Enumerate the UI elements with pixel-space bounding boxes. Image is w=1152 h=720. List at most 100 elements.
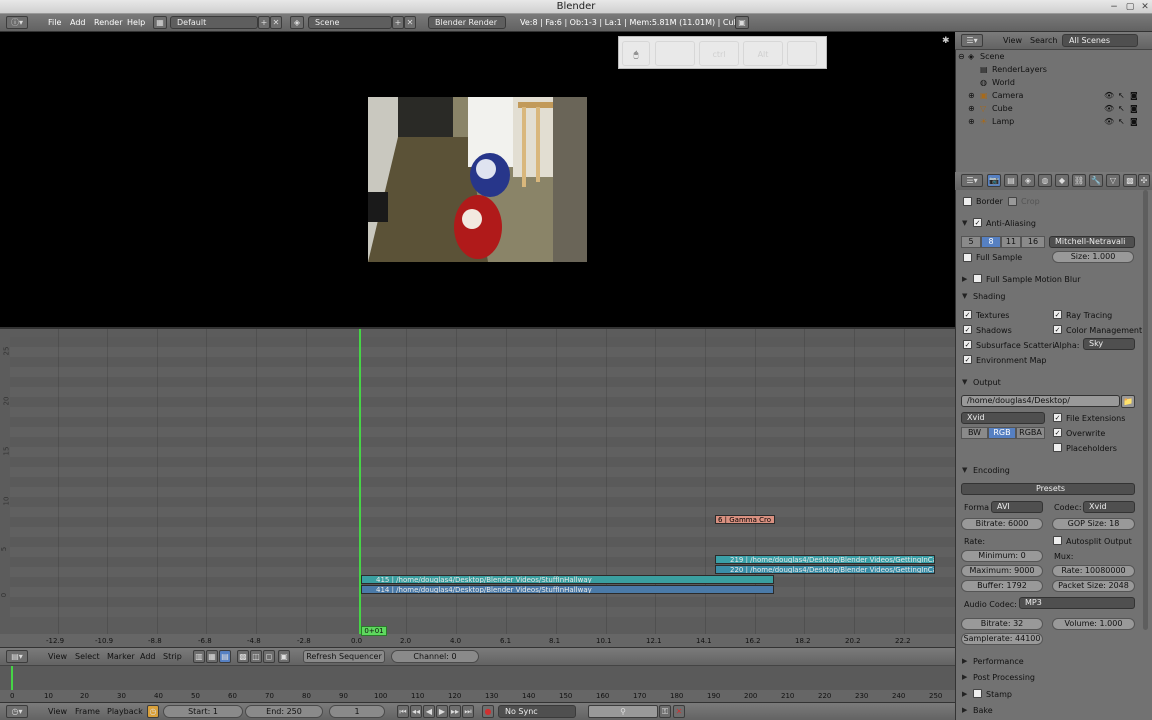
properties-scrollbar[interactable]	[1143, 190, 1148, 630]
bitrate-field[interactable]: Bitrate: 6000	[961, 518, 1043, 530]
color-mode-rgb[interactable]: RGB	[988, 427, 1016, 439]
aa-filter-dropdown[interactable]: Mitchell-Netravali	[1049, 236, 1135, 248]
motion-blur-title[interactable]: Full Sample Motion Blur	[986, 275, 1081, 284]
delete-keyframe-icon[interactable]: ✕	[673, 705, 685, 718]
performance-title[interactable]: Performance	[973, 657, 1024, 666]
buffer-field[interactable]: Buffer: 1792	[961, 580, 1043, 592]
color-mode-bw[interactable]: BW	[961, 427, 988, 439]
viewport-corner-icon[interactable]: ✱	[942, 36, 950, 46]
render-engine-dropdown[interactable]: Blender Render	[428, 16, 506, 29]
play-icon[interactable]: ▶	[436, 705, 448, 718]
aa-samples-16[interactable]: 16	[1021, 236, 1045, 248]
env-map-checkbox[interactable]: ✓	[963, 355, 972, 364]
scene-expand-icon[interactable]: ⊖	[958, 52, 965, 61]
eye-icon[interactable]: 👁	[1104, 91, 1114, 100]
render-icon[interactable]: ▣	[735, 16, 749, 29]
editor-type-icon[interactable]: ⓘ▾	[6, 16, 28, 29]
outliner-item-lamp[interactable]: Lamp	[992, 117, 1014, 126]
gop-size-field[interactable]: GOP Size: 18	[1052, 518, 1135, 530]
stamp-title[interactable]: Stamp	[986, 690, 1012, 699]
menu-add[interactable]: Add	[70, 18, 86, 27]
outliner-item-renderlayers[interactable]: RenderLayers	[992, 65, 1047, 74]
end-frame-field[interactable]: End: 250	[245, 705, 323, 718]
cube-expand-icon[interactable]: ⊕	[968, 104, 975, 113]
cursor-icon[interactable]: ↖	[1118, 117, 1125, 126]
display-mode-icon[interactable]: ▦	[206, 650, 218, 663]
editor-type-icon[interactable]: ☰▾	[961, 34, 983, 47]
menu-file[interactable]: File	[48, 18, 61, 27]
render-camera-icon[interactable]: ◙	[1130, 91, 1138, 100]
collapse-triangle-icon[interactable]: ▶	[962, 690, 967, 698]
outliner-item-scene[interactable]: Scene	[980, 52, 1004, 61]
scene-tab-icon[interactable]: ◈	[1021, 174, 1035, 187]
color-mode-rgba[interactable]: RGBA	[1016, 427, 1045, 439]
safe-area-icon[interactable]: ◻	[263, 650, 275, 663]
editor-type-icon[interactable]: ▤▾	[6, 650, 28, 663]
audio-bitrate-field[interactable]: Bitrate: 32	[961, 618, 1043, 630]
close-button[interactable]: ✕	[1139, 1, 1151, 13]
minimum-rate-field[interactable]: Minimum: 0	[961, 550, 1043, 562]
collapse-triangle-icon[interactable]: ▶	[962, 657, 967, 665]
texture-tab-icon[interactable]: ▩	[1123, 174, 1137, 187]
prev-keyframe-icon[interactable]: ◂◂	[410, 705, 422, 718]
world-tab-icon[interactable]: ◍	[1038, 174, 1052, 187]
seq-menu-strip[interactable]: Strip	[163, 652, 182, 661]
aa-samples-11[interactable]: 11	[1001, 236, 1021, 248]
sound-strip-414[interactable]: 414 | /home/douglas4/Desktop/Blender Vid…	[361, 585, 774, 594]
minimize-button[interactable]: −	[1108, 1, 1120, 13]
cursor-icon[interactable]: ↖	[1118, 91, 1125, 100]
screen-layout-icon[interactable]: ▦	[153, 16, 167, 29]
collapse-triangle-icon[interactable]: ▶	[962, 673, 967, 681]
seq-menu-marker[interactable]: Marker	[107, 652, 135, 661]
audio-codec-dropdown[interactable]: MP3	[1019, 597, 1135, 609]
border-checkbox[interactable]	[963, 197, 972, 206]
channel-field[interactable]: Channel: 0	[391, 650, 479, 663]
start-frame-field[interactable]: Start: 1	[163, 705, 243, 718]
tl-menu-playback[interactable]: Playback	[107, 707, 143, 716]
stamp-checkbox[interactable]	[973, 689, 982, 698]
subsurface-checkbox[interactable]: ✓	[963, 340, 972, 349]
insert-keyframe-icon[interactable]: ⚿	[659, 705, 671, 718]
maximize-button[interactable]: ▢	[1124, 1, 1136, 13]
expand-triangle-icon[interactable]: ▼	[962, 466, 967, 474]
add-scene-icon[interactable]: +	[392, 16, 404, 29]
container-format-dropdown[interactable]: AVI	[991, 501, 1043, 513]
menu-help[interactable]: Help	[127, 18, 145, 27]
color-management-checkbox[interactable]: ✓	[1053, 325, 1062, 334]
outliner-item-camera[interactable]: Camera	[992, 91, 1023, 100]
overwrite-checkbox[interactable]: ✓	[1053, 428, 1062, 437]
backdrop-icon[interactable]: ▣	[278, 650, 290, 663]
shadows-checkbox[interactable]: ✓	[963, 325, 972, 334]
outliner-menu-view[interactable]: View	[1003, 36, 1022, 45]
render-camera-icon[interactable]: ◙	[1130, 104, 1138, 113]
current-frame-indicator[interactable]: 0+01	[361, 626, 387, 636]
object-tab-icon[interactable]: ◆	[1055, 174, 1069, 187]
movie-strip-220[interactable]: 220 | /home/douglas4/Desktop/Blender Vid…	[715, 565, 935, 574]
current-frame-field[interactable]: 1	[329, 705, 385, 718]
volume-field[interactable]: Volume: 1.000	[1052, 618, 1135, 630]
seq-menu-add[interactable]: Add	[140, 652, 156, 661]
editor-type-icon[interactable]: ◷▾	[6, 705, 28, 718]
overlay-icon[interactable]: ◫	[250, 650, 262, 663]
video-codec-dropdown[interactable]: Xvid	[1083, 501, 1135, 513]
movie-strip-415[interactable]: 415 | /home/douglas4/Desktop/Blender Vid…	[361, 575, 774, 584]
post-processing-title[interactable]: Post Processing	[973, 673, 1035, 682]
file-format-dropdown[interactable]: Xvid	[961, 412, 1045, 424]
aa-size-field[interactable]: Size: 1.000	[1052, 251, 1134, 263]
movie-strip-219[interactable]: 219 | /home/douglas4/Desktop/Blender Vid…	[715, 555, 935, 564]
outliner-menu-search[interactable]: Search	[1030, 36, 1057, 45]
placeholders-checkbox[interactable]	[1053, 443, 1062, 452]
play-reverse-icon[interactable]: ◀	[423, 705, 435, 718]
eye-icon[interactable]: 👁	[1104, 117, 1114, 126]
menu-render[interactable]: Render	[94, 18, 122, 27]
antialiasing-title[interactable]: Anti-Aliasing	[986, 219, 1036, 228]
screen-layout-field[interactable]: Default	[170, 16, 258, 29]
cursor-icon[interactable]: ↖	[1118, 104, 1125, 113]
physics-tab-icon[interactable]: ✣	[1138, 174, 1150, 187]
output-path-field[interactable]: /home/douglas4/Desktop/	[961, 395, 1120, 407]
timeline-playhead[interactable]	[11, 666, 13, 690]
maximum-rate-field[interactable]: Maximum: 9000	[961, 565, 1043, 577]
collapse-triangle-icon[interactable]: ▶	[962, 706, 967, 714]
full-sample-checkbox[interactable]	[963, 253, 972, 262]
add-layout-icon[interactable]: +	[258, 16, 270, 29]
